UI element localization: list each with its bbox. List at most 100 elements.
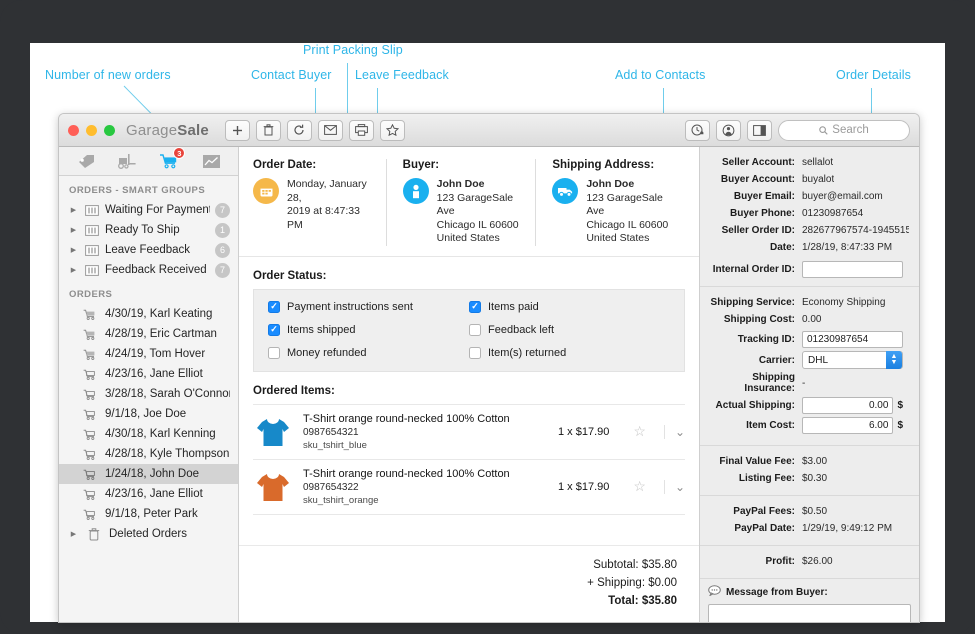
cart-icon bbox=[81, 309, 98, 320]
sidebar-order-row[interactable]: 4/23/16, Jane Elliot bbox=[59, 364, 238, 384]
print-button[interactable] bbox=[349, 120, 374, 141]
checkbox[interactable] bbox=[469, 301, 481, 313]
internal-order-id-input[interactable] bbox=[802, 261, 903, 278]
sidebar-order-label: 4/23/16, Jane Elliot bbox=[105, 368, 230, 380]
buyer-card: Buyer: John Doe 123 GarageSale Ave Chic bbox=[386, 159, 536, 246]
sidebar-item-ready-to-ship[interactable]: ▶ Ready To Ship 1 bbox=[59, 220, 238, 240]
sidebar-item-leave-feedback[interactable]: ▶ Leave Feedback 6 bbox=[59, 240, 238, 260]
disclosure-triangle-icon[interactable]: ▶ bbox=[69, 530, 78, 538]
minimize-button[interactable] bbox=[86, 125, 97, 136]
add-button[interactable] bbox=[225, 120, 250, 141]
sidebar-order-row[interactable]: 3/28/18, Sarah O'Connor bbox=[59, 384, 238, 404]
clock-bell-icon bbox=[691, 124, 704, 137]
buyer-address: John Doe 123 GarageSale Ave Chicago IL 6… bbox=[437, 178, 526, 246]
sidebar-tab-listings[interactable] bbox=[71, 150, 101, 172]
item-expand-chevron-down-icon[interactable]: ⌄ bbox=[664, 425, 685, 439]
sidebar-tab-analytics[interactable] bbox=[196, 150, 226, 172]
message-from-buyer-textarea[interactable] bbox=[708, 604, 911, 622]
chevron-updown-icon[interactable]: ▲▼ bbox=[886, 351, 902, 369]
checkbox[interactable] bbox=[469, 347, 481, 359]
ship-addr3: United States bbox=[586, 232, 649, 244]
order-date-title: Order Date: bbox=[253, 159, 376, 171]
person-icon bbox=[722, 124, 735, 137]
sidebar-tab-orders[interactable]: 3 bbox=[154, 150, 184, 172]
delete-button[interactable] bbox=[256, 120, 281, 141]
sidebar-order-row[interactable]: 4/28/18, Kyle Thompson bbox=[59, 444, 238, 464]
item-cost-input[interactable]: 6.00 bbox=[802, 417, 893, 434]
shipping-line: + Shipping: $0.00 bbox=[253, 574, 677, 592]
order-date-line1: Monday, January 28, bbox=[287, 178, 367, 204]
ordered-items-section: Ordered Items: T-Shirt orange round-neck… bbox=[239, 372, 699, 515]
sidebar-order-row[interactable]: 4/23/16, Jane Elliot bbox=[59, 484, 238, 504]
ordered-item-row[interactable]: T-Shirt orange round-necked 100% Cotton … bbox=[253, 404, 685, 459]
sidebar-item-waiting-for-payment[interactable]: ▶ Waiting For Payment 7 bbox=[59, 200, 238, 220]
cart-icon bbox=[81, 469, 98, 480]
sidebar-order-row[interactable]: 4/30/18, Karl Kenning bbox=[59, 424, 238, 444]
checkbox[interactable] bbox=[268, 301, 280, 313]
chart-icon bbox=[202, 154, 221, 169]
refresh-icon bbox=[293, 124, 305, 136]
app-title-light: Garage bbox=[126, 122, 177, 139]
detail-seller-order-id: Seller Order ID: 282677967574-194551513.… bbox=[706, 222, 909, 239]
details-group-shipping: Shipping Service: Economy Shipping Shipp… bbox=[700, 287, 919, 446]
sidebar-order-row[interactable]: 4/24/19, Tom Hover bbox=[59, 344, 238, 364]
item-expand-chevron-down-icon[interactable]: ⌄ bbox=[664, 480, 685, 494]
panel-toggle-button[interactable] bbox=[747, 120, 772, 141]
disclosure-triangle-icon[interactable]: ▶ bbox=[69, 206, 78, 214]
close-button[interactable] bbox=[68, 125, 79, 136]
email-button[interactable] bbox=[318, 120, 343, 141]
detail-value: $26.00 bbox=[802, 556, 833, 567]
zoom-button[interactable] bbox=[104, 125, 115, 136]
item-star-icon[interactable]: ☆ bbox=[625, 478, 654, 495]
sidebar-order-row[interactable]: 9/1/18, Joe Doe bbox=[59, 404, 238, 424]
cart-icon bbox=[81, 369, 98, 380]
buyer-addr3: United States bbox=[437, 232, 500, 244]
sidebar-order-label: 3/28/18, Sarah O'Connor bbox=[105, 388, 230, 400]
sidebar-item-feedback-received[interactable]: ▶ Feedback Received 7 bbox=[59, 260, 238, 280]
disclosure-triangle-icon[interactable]: ▶ bbox=[69, 266, 78, 274]
sidebar-order-row-selected[interactable]: 1/24/18, John Doe bbox=[59, 464, 238, 484]
buyer-name: John Doe bbox=[437, 178, 485, 190]
sidebar-order-label: 4/24/19, Tom Hover bbox=[105, 348, 230, 360]
message-from-buyer-section: Message from Buyer: bbox=[700, 579, 919, 622]
alerts-button[interactable] bbox=[685, 120, 710, 141]
sidebar-order-label: 1/24/18, John Doe bbox=[105, 468, 230, 480]
actual-shipping-input[interactable]: 0.00 bbox=[802, 397, 893, 414]
disclosure-triangle-icon[interactable]: ▶ bbox=[69, 246, 78, 254]
status-label: Item(s) returned bbox=[488, 347, 566, 359]
status-checkbox-payment-instructions-sent[interactable]: Payment instructions sent bbox=[268, 301, 469, 313]
account-button[interactable] bbox=[716, 120, 741, 141]
item-star-icon[interactable]: ☆ bbox=[625, 423, 654, 440]
refresh-button[interactable] bbox=[287, 120, 312, 141]
sidebar-order-row[interactable]: 9/1/18, Peter Park bbox=[59, 504, 238, 524]
ordered-items-title: Ordered Items: bbox=[253, 385, 685, 397]
sidebar-order-row[interactable]: 4/28/19, Eric Cartman bbox=[59, 324, 238, 344]
sidebar-item-count: 6 bbox=[215, 243, 230, 258]
feedback-button[interactable] bbox=[380, 120, 405, 141]
status-checkbox-items-returned[interactable]: Item(s) returned bbox=[469, 347, 670, 359]
cart-icon bbox=[81, 329, 98, 340]
status-checkbox-feedback-left[interactable]: Feedback left bbox=[469, 324, 670, 336]
status-checkbox-items-paid[interactable]: Items paid bbox=[469, 301, 670, 313]
checkbox[interactable] bbox=[268, 324, 280, 336]
sidebar-tab-shipping[interactable] bbox=[113, 150, 143, 172]
window-controls[interactable] bbox=[68, 125, 115, 136]
detail-shipping-service: Shipping Service: Economy Shipping bbox=[706, 294, 909, 311]
status-checkbox-money-refunded[interactable]: Money refunded bbox=[268, 347, 469, 359]
carrier-select[interactable]: DHL ▲▼ bbox=[802, 351, 903, 369]
ordered-item-row[interactable]: T-Shirt orange round-necked 100% Cotton … bbox=[253, 459, 685, 515]
tracking-id-input[interactable]: 01230987654 bbox=[802, 331, 903, 348]
sidebar-order-row[interactable]: 4/30/19, Karl Keating bbox=[59, 304, 238, 324]
checkbox[interactable] bbox=[268, 347, 280, 359]
status-label: Items shipped bbox=[287, 324, 355, 336]
status-checkbox-items-shipped[interactable]: Items shipped bbox=[268, 324, 469, 336]
disclosure-triangle-icon[interactable]: ▶ bbox=[69, 226, 78, 234]
sidebar-item-deleted-orders[interactable]: ▶ Deleted Orders bbox=[59, 524, 238, 544]
sidebar-item-count: 7 bbox=[215, 203, 230, 218]
sidebar-order-label: 4/28/19, Eric Cartman bbox=[105, 328, 230, 340]
checkbox[interactable] bbox=[469, 324, 481, 336]
detail-actual-shipping: Actual Shipping: 0.00 $ bbox=[706, 397, 909, 414]
sidebar-order-label: 9/1/18, Joe Doe bbox=[105, 408, 230, 420]
search-input[interactable]: Search bbox=[778, 120, 910, 141]
sidebar-order-label: 4/23/16, Jane Elliot bbox=[105, 488, 230, 500]
